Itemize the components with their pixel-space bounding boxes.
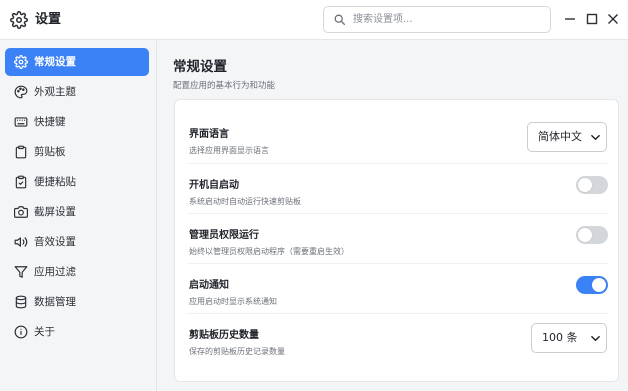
filter-icon [14,266,28,278]
gear-icon [14,55,28,69]
search-input[interactable] [353,10,543,29]
clipboard-icon [15,145,27,159]
minimize-button[interactable] [562,11,578,27]
sidebar-item-label: 关于 [34,326,55,338]
sidebar-item-label: 快捷键 [34,116,66,128]
info-icon [14,325,28,339]
chevron-down-icon [591,335,600,342]
sidebar-item-label: 音效设置 [34,236,76,248]
minimize-icon [565,18,575,20]
setting-description: 始终以管理员权限启动程序（需要重启生效） [189,247,349,256]
speaker-icon [14,237,28,247]
close-icon [608,14,618,24]
setting-row-history-count: 剪贴板历史数量 保存的剪贴板历史记录数量 100 条 [187,313,608,363]
autostart-toggle[interactable] [576,176,608,194]
toggle-knob [578,178,592,192]
toggle-knob [578,228,592,242]
search-icon [334,14,346,26]
sidebar-item-about[interactable]: 关于 [5,318,149,346]
language-select[interactable]: 简体中文 [527,122,607,152]
language-select-value: 简体中文 [538,130,582,143]
sidebar-item-quick-paste[interactable]: 便捷粘贴 [5,168,149,196]
sidebar-item-label: 数据管理 [34,296,76,308]
sidebar-item-general[interactable]: 常规设置 [5,48,149,76]
clipboard-check-icon [15,175,27,189]
setting-row-admin: 管理员权限运行 始终以管理员权限启动程序（需要重启生效） [187,213,608,263]
sidebar-item-screenshot[interactable]: 截屏设置 [5,198,149,226]
close-button[interactable] [605,11,621,27]
sidebar: 常规设置 外观主题 快捷键 剪贴板 便捷粘贴 截屏设置 音效设置 应用过滤 数据… [0,41,157,391]
sidebar-item-label: 截屏设置 [34,206,76,218]
setting-description: 系统启动时自动运行快速剪贴板 [189,197,301,206]
sidebar-item-label: 外观主题 [34,86,76,98]
setting-row-startup-notification: 启动通知 应用启动时显示系统通知 [187,263,608,313]
history-count-select[interactable]: 100 条 [531,323,607,353]
search-box[interactable] [323,6,551,33]
setting-title: 管理员权限运行 [189,230,259,241]
sidebar-item-shortcuts[interactable]: 快捷键 [5,108,149,136]
sidebar-item-label: 常规设置 [34,56,76,68]
sidebar-item-sound[interactable]: 音效设置 [5,228,149,256]
database-icon [15,295,27,309]
setting-row-language: 界面语言 选择应用界面显示语言 简体中文 [187,113,608,163]
maximize-icon [586,13,598,25]
startup-notification-toggle[interactable] [576,276,608,294]
chevron-down-icon [591,134,600,141]
sidebar-item-app-filter[interactable]: 应用过滤 [5,258,149,286]
setting-description: 保存的剪贴板历史记录数量 [189,347,285,356]
palette-icon [14,85,28,99]
setting-title: 界面语言 [189,129,229,140]
maximize-button[interactable] [584,11,600,27]
settings-card: 界面语言 选择应用界面显示语言 简体中文 开机自启动 系统启动时自动运行快速剪贴… [174,99,619,382]
setting-description: 应用启动时显示系统通知 [189,297,277,306]
title-bar: 设置 [0,0,628,40]
setting-title: 启动通知 [189,280,229,291]
keyboard-icon [14,117,28,127]
sidebar-item-label: 应用过滤 [34,266,76,278]
sidebar-item-label: 便捷粘贴 [34,176,76,188]
setting-description: 选择应用界面显示语言 [189,146,269,155]
app-title: 设置 [35,12,62,27]
sidebar-item-appearance[interactable]: 外观主题 [5,78,149,106]
setting-title: 剪贴板历史数量 [189,330,259,341]
gear-icon [10,11,28,29]
setting-title: 开机自启动 [189,180,239,191]
page-subtitle: 配置应用的基本行为和功能 [173,81,276,91]
setting-row-autostart: 开机自启动 系统启动时自动运行快速剪贴板 [187,163,608,213]
main-panel: 常规设置 配置应用的基本行为和功能 界面语言 选择应用界面显示语言 简体中文 开… [158,41,628,391]
sidebar-item-label: 剪贴板 [34,146,66,158]
admin-toggle[interactable] [576,226,608,244]
sidebar-item-data[interactable]: 数据管理 [5,288,149,316]
page-title: 常规设置 [173,59,227,75]
toggle-knob [592,278,606,292]
history-count-select-value: 100 条 [542,331,578,344]
sidebar-item-clipboard[interactable]: 剪贴板 [5,138,149,166]
camera-icon [14,206,28,218]
